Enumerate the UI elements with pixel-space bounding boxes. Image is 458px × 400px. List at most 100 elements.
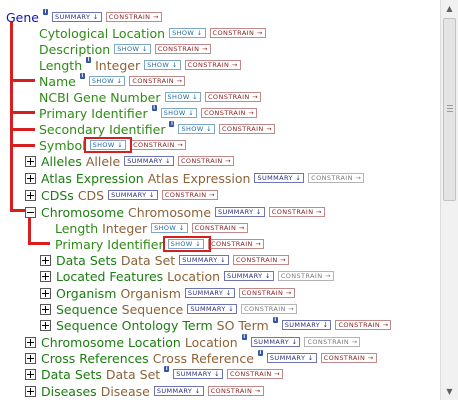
constrain-button[interactable]: CONSTRAIN → [209, 28, 266, 38]
field-label[interactable]: Length [39, 58, 82, 73]
expand-icon[interactable] [25, 155, 36, 167]
info-icon[interactable]: i [169, 121, 175, 127]
constrain-button[interactable]: CONSTRAIN → [241, 304, 298, 314]
tree-row-sequence-ontology-term: Sequence Ontology Term SO Term i SUMMARY… [40, 317, 392, 333]
summary-button[interactable]: SUMMARY ↓ [153, 386, 204, 396]
constrain-button[interactable]: CONSTRAIN → [191, 223, 248, 233]
expand-icon[interactable] [25, 189, 36, 201]
reference-label[interactable]: Data Sets [41, 367, 102, 382]
summary-button[interactable]: SUMMARY ↓ [281, 320, 332, 330]
summary-button[interactable]: SUMMARY ↓ [179, 255, 229, 265]
show-button[interactable]: SHOW ↓ [160, 108, 198, 118]
info-icon[interactable]: i [164, 366, 170, 372]
expand-icon[interactable] [40, 270, 51, 282]
reference-label[interactable]: Chromosome [41, 205, 124, 220]
reference-label[interactable]: Located Features [56, 269, 163, 284]
field-label[interactable]: Symbol [39, 138, 86, 153]
info-icon[interactable]: i [86, 57, 92, 63]
constrain-button[interactable]: CONSTRAIN → [130, 140, 187, 150]
reference-label[interactable]: Atlas Expression [41, 171, 144, 186]
info-icon[interactable]: i [43, 9, 48, 15]
field-label[interactable]: Primary Identifier [55, 237, 164, 252]
summary-button[interactable]: SUMMARY ↓ [187, 304, 238, 314]
show-button[interactable]: SHOW ↓ [114, 44, 151, 54]
reference-label[interactable]: Alleles [41, 154, 82, 169]
annotation-line-secondary-identifier [10, 128, 35, 131]
reference-label[interactable]: CDSs [41, 188, 74, 203]
reference-label[interactable]: Data Sets [56, 253, 117, 268]
expand-icon[interactable] [25, 385, 36, 397]
info-icon[interactable]: i [241, 334, 247, 340]
scrollbar-thumb[interactable] [443, 18, 456, 201]
field-label[interactable]: Description [39, 42, 110, 57]
show-button[interactable]: SHOW ↓ [164, 92, 201, 102]
info-icon[interactable]: i [272, 317, 278, 323]
gene-label[interactable]: Gene [6, 10, 39, 25]
summary-button[interactable]: SUMMARY ↓ [52, 12, 102, 22]
constrain-button[interactable]: CONSTRAIN → [268, 207, 325, 217]
annotation-line-name [10, 79, 35, 82]
reference-label[interactable]: Sequence [56, 302, 118, 317]
expand-icon[interactable] [25, 352, 36, 364]
show-button[interactable]: SHOW ↓ [144, 60, 181, 70]
reference-label[interactable]: Sequence Ontology Term [56, 318, 213, 333]
constrain-button[interactable]: CONSTRAIN → [320, 353, 377, 363]
reference-label[interactable]: Chromosome Location [41, 335, 181, 350]
summary-button[interactable]: SUMMARY ↓ [215, 207, 265, 217]
constrain-button[interactable]: CONSTRAIN → [226, 369, 283, 379]
constrain-button[interactable]: CONSTRAIN → [304, 337, 361, 347]
constrain-button[interactable]: CONSTRAIN → [204, 92, 261, 102]
constrain-button[interactable]: CONSTRAIN → [232, 255, 289, 265]
constrain-button[interactable]: CONSTRAIN → [335, 320, 392, 330]
summary-button[interactable]: SUMMARY ↓ [266, 353, 317, 363]
expand-icon[interactable] [40, 287, 51, 299]
constrain-button[interactable]: CONSTRAIN → [154, 44, 211, 54]
info-icon[interactable]: i [257, 350, 263, 356]
reference-label[interactable]: Organism [56, 286, 116, 301]
expand-icon[interactable] [40, 319, 51, 331]
expand-icon[interactable] [40, 303, 51, 315]
constrain-button[interactable]: CONSTRAIN → [308, 173, 365, 183]
field-label[interactable]: Primary Identifier [39, 106, 148, 121]
scroll-down-arrow[interactable]: ▼ [441, 383, 458, 400]
summary-button[interactable]: SUMMARY ↓ [224, 271, 274, 281]
vertical-scrollbar[interactable]: ▲ ▼ [440, 0, 458, 400]
collapse-icon[interactable] [25, 206, 36, 218]
summary-button[interactable]: SUMMARY ↓ [108, 190, 158, 200]
summary-button[interactable]: SUMMARY ↓ [173, 369, 223, 379]
field-label[interactable]: Secondary Identifier [39, 122, 165, 137]
summary-button[interactable]: SUMMARY ↓ [124, 156, 174, 166]
constrain-button[interactable]: CONSTRAIN → [218, 124, 275, 134]
constrain-button[interactable]: CONSTRAIN → [177, 156, 234, 166]
constrain-button[interactable]: CONSTRAIN → [277, 271, 334, 281]
reference-label[interactable]: Diseases [41, 384, 97, 399]
expand-icon[interactable] [25, 172, 36, 184]
field-label[interactable]: NCBI Gene Number [39, 90, 161, 105]
scroll-up-arrow[interactable]: ▲ [441, 0, 458, 17]
info-icon[interactable]: i [79, 73, 85, 79]
show-button[interactable]: SHOW ↓ [169, 28, 206, 38]
info-icon[interactable]: i [151, 105, 157, 111]
field-label[interactable]: Cytological Location [39, 26, 165, 41]
show-button[interactable]: SHOW ↓ [88, 76, 126, 86]
reference-label[interactable]: Cross References [41, 351, 149, 366]
constrain-button[interactable]: CONSTRAIN → [208, 239, 265, 249]
constrain-button[interactable]: CONSTRAIN → [207, 386, 264, 396]
field-label[interactable]: Length [55, 221, 98, 236]
summary-button[interactable]: SUMMARY ↓ [254, 173, 305, 183]
expand-icon[interactable] [25, 368, 36, 380]
constrain-button[interactable]: CONSTRAIN → [201, 108, 258, 118]
show-button[interactable]: SHOW ↓ [178, 124, 215, 134]
summary-button[interactable]: SUMMARY ↓ [250, 337, 301, 347]
constrain-button[interactable]: CONSTRAIN → [238, 288, 295, 298]
constrain-button[interactable]: CONSTRAIN → [161, 190, 218, 200]
expand-icon[interactable] [25, 336, 36, 348]
constrain-button[interactable]: CONSTRAIN → [105, 12, 162, 22]
summary-button[interactable]: SUMMARY ↓ [184, 288, 235, 298]
constrain-button[interactable]: CONSTRAIN → [184, 60, 241, 70]
constrain-button[interactable]: CONSTRAIN → [129, 76, 186, 86]
annotation-line-primary-identifier [10, 111, 35, 114]
expand-icon[interactable] [40, 254, 51, 266]
show-button[interactable]: SHOW ↓ [151, 223, 188, 233]
field-label[interactable]: Name [39, 74, 76, 89]
